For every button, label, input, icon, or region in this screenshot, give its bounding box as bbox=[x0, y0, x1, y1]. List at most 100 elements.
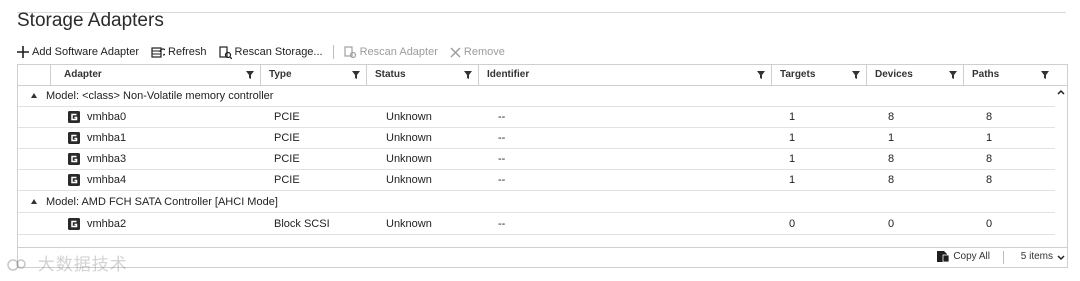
header-divider bbox=[17, 12, 1066, 13]
rescan-storage-label: Rescan Storage... bbox=[234, 46, 323, 58]
status-cell: Unknown bbox=[386, 132, 432, 144]
filter-icon[interactable] bbox=[464, 71, 472, 79]
copy-icon bbox=[937, 251, 950, 262]
filter-icon[interactable] bbox=[352, 71, 360, 79]
devices-cell: 8 bbox=[888, 111, 895, 123]
header-spacer bbox=[18, 65, 51, 85]
column-targets[interactable]: Targets bbox=[772, 65, 867, 85]
filter-icon[interactable] bbox=[246, 71, 254, 79]
type-cell: Block SCSI bbox=[274, 218, 330, 230]
add-software-adapter-button[interactable]: Add Software Adapter bbox=[17, 46, 139, 58]
watermark-text: 大数据技术 bbox=[37, 255, 128, 274]
status-cell: Unknown bbox=[386, 218, 432, 230]
table-row[interactable]: vmhba2 Block SCSI Unknown -- 0 0 0 bbox=[18, 214, 1055, 235]
collapse-caret-icon[interactable] bbox=[31, 93, 37, 98]
adapter-cell: vmhba3 bbox=[87, 153, 127, 165]
grid-header: Adapter Type Status Identifier Targets D… bbox=[18, 65, 1067, 86]
devices-cell: 8 bbox=[888, 153, 895, 165]
paths-cell: 1 bbox=[986, 132, 993, 144]
toolbar: Add Software Adapter Refresh Rescan Stor… bbox=[17, 44, 517, 60]
type-cell: PCIE bbox=[274, 132, 300, 144]
toolbar-separator bbox=[332, 45, 334, 59]
status-cell: Unknown bbox=[386, 174, 432, 186]
table-row[interactable]: vmhba0 PCIE Unknown -- 1 8 8 bbox=[18, 107, 1055, 128]
adapter-cell: vmhba1 bbox=[87, 132, 127, 144]
devices-cell: 8 bbox=[888, 174, 895, 186]
filter-icon[interactable] bbox=[757, 71, 765, 79]
collapse-caret-icon[interactable] bbox=[31, 199, 37, 204]
remove-label: Remove bbox=[463, 46, 505, 58]
grid-footer: Copy All 5 items bbox=[18, 247, 1067, 267]
devices-cell: 1 bbox=[888, 132, 895, 144]
footer-separator bbox=[1003, 251, 1004, 264]
paths-cell: 0 bbox=[986, 218, 993, 230]
column-devices[interactable]: Devices bbox=[867, 65, 964, 85]
type-cell: PCIE bbox=[274, 174, 300, 186]
filter-icon[interactable] bbox=[852, 71, 860, 79]
adapter-cell: vmhba4 bbox=[87, 174, 127, 186]
storage-adapter-icon bbox=[68, 153, 80, 165]
rescan-adapter-button[interactable]: Rescan Adapter bbox=[344, 45, 438, 59]
type-cell: PCIE bbox=[274, 153, 300, 165]
scroll-up-icon[interactable] bbox=[1057, 89, 1065, 95]
targets-cell: 1 bbox=[789, 174, 796, 186]
adapter-cell: vmhba0 bbox=[87, 111, 127, 123]
group-row[interactable]: Model: AMD FCH SATA Controller [AHCI Mod… bbox=[18, 192, 1055, 213]
column-adapter-label: Adapter bbox=[64, 69, 102, 80]
plus-icon bbox=[17, 46, 29, 58]
column-paths[interactable]: Paths bbox=[964, 65, 1055, 85]
vertical-scrollbar[interactable] bbox=[1055, 86, 1067, 261]
type-cell: PCIE bbox=[274, 111, 300, 123]
close-icon bbox=[450, 47, 461, 57]
group-label: Model: <class> Non-Volatile memory contr… bbox=[46, 90, 274, 102]
identifier-cell: -- bbox=[498, 218, 506, 230]
storage-adapter-icon bbox=[68, 218, 80, 230]
column-targets-label: Targets bbox=[780, 69, 816, 80]
status-cell: Unknown bbox=[386, 153, 432, 165]
column-identifier[interactable]: Identifier bbox=[479, 65, 772, 85]
page-title: Storage Adapters bbox=[17, 10, 164, 31]
rescan-storage-icon bbox=[218, 45, 232, 59]
column-status-label: Status bbox=[375, 69, 406, 80]
adapters-grid: Adapter Type Status Identifier Targets D… bbox=[17, 64, 1068, 268]
column-devices-label: Devices bbox=[875, 69, 913, 80]
copy-all-button[interactable]: Copy All bbox=[937, 251, 990, 262]
group-row[interactable]: Model: <class> Non-Volatile memory contr… bbox=[18, 86, 1055, 107]
watermark-icon bbox=[7, 259, 26, 271]
grid-body: Model: <class> Non-Volatile memory contr… bbox=[18, 86, 1055, 249]
column-paths-label: Paths bbox=[972, 69, 1000, 80]
targets-cell: 1 bbox=[789, 153, 796, 165]
paths-cell: 8 bbox=[986, 174, 993, 186]
table-row[interactable]: vmhba3 PCIE Unknown -- 1 8 8 bbox=[18, 149, 1055, 170]
rescan-adapter-label: Rescan Adapter bbox=[359, 46, 438, 58]
copy-all-label: Copy All bbox=[953, 251, 990, 262]
table-row[interactable]: vmhba4 PCIE Unknown -- 1 8 8 bbox=[18, 170, 1055, 191]
refresh-label: Refresh bbox=[168, 46, 207, 58]
filter-icon[interactable] bbox=[949, 71, 957, 79]
watermark-logo: 大数据技术 bbox=[6, 250, 128, 275]
paths-cell: 8 bbox=[986, 153, 993, 165]
filter-icon[interactable] bbox=[1041, 71, 1049, 79]
status-cell: Unknown bbox=[386, 111, 432, 123]
rescan-storage-button[interactable]: Rescan Storage... bbox=[218, 45, 323, 59]
remove-button[interactable]: Remove bbox=[450, 46, 505, 58]
refresh-icon bbox=[151, 46, 166, 58]
item-count: 5 items bbox=[1020, 251, 1053, 262]
paths-cell: 8 bbox=[986, 111, 993, 123]
storage-adapter-icon bbox=[68, 174, 80, 186]
targets-cell: 1 bbox=[789, 132, 796, 144]
add-software-adapter-label: Add Software Adapter bbox=[32, 46, 140, 58]
devices-cell: 0 bbox=[888, 218, 895, 230]
table-row[interactable]: vmhba1 PCIE Unknown -- 1 1 1 bbox=[18, 128, 1055, 149]
targets-cell: 0 bbox=[789, 218, 796, 230]
storage-adapter-icon bbox=[68, 132, 80, 144]
refresh-button[interactable]: Refresh bbox=[151, 46, 207, 59]
column-type[interactable]: Type bbox=[261, 65, 367, 85]
identifier-cell: -- bbox=[498, 174, 506, 186]
storage-adapter-icon bbox=[68, 111, 80, 123]
identifier-cell: -- bbox=[498, 153, 506, 165]
identifier-cell: -- bbox=[498, 132, 506, 144]
column-adapter[interactable]: Adapter bbox=[51, 65, 261, 85]
column-identifier-label: Identifier bbox=[487, 69, 530, 80]
column-status[interactable]: Status bbox=[367, 65, 479, 85]
